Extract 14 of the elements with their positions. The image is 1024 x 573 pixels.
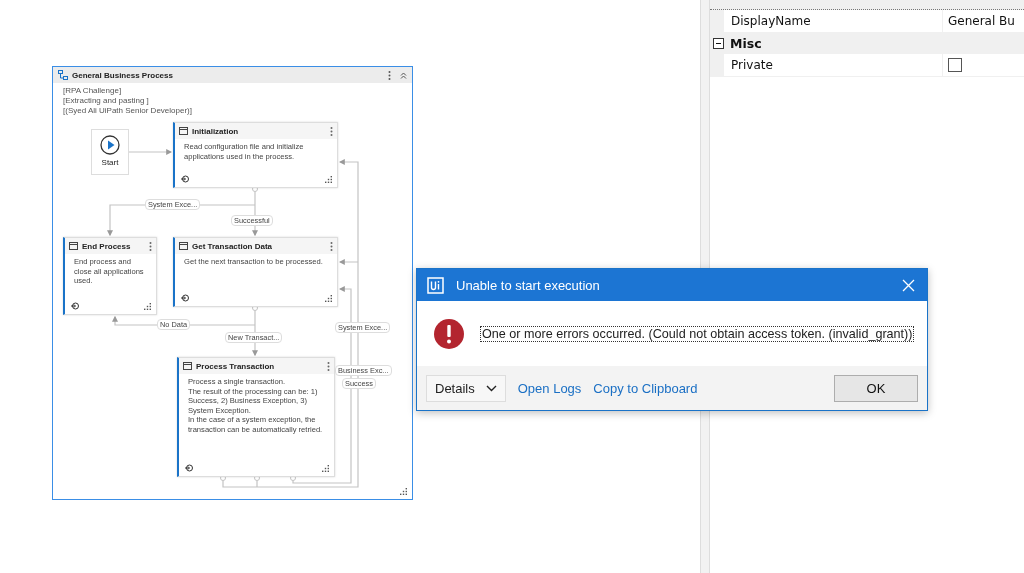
property-name: Private	[710, 54, 943, 76]
error-message: One or more errors occurred. (Could not obtain access token. (invalid_grant))	[480, 325, 915, 342]
state-title: Initialization	[192, 126, 240, 136]
workflow-title: General Business Process	[72, 70, 174, 80]
annotation-text: [Extracting and pasting ]	[63, 96, 150, 106]
state-title: Get Transaction Data	[192, 241, 274, 251]
property-name: DisplayName	[710, 10, 943, 32]
annotation-text: [RPA Challenge]	[63, 86, 123, 96]
category-label: Misc	[730, 36, 762, 51]
state-title: End Process	[82, 241, 132, 251]
dialog-title: Unable to start execution	[456, 277, 601, 293]
state-title: Process Transaction	[196, 361, 276, 371]
annotation-text: [(Syed Ali UiPath Senior Developer)]	[63, 106, 193, 116]
start-label: Start	[101, 158, 119, 167]
